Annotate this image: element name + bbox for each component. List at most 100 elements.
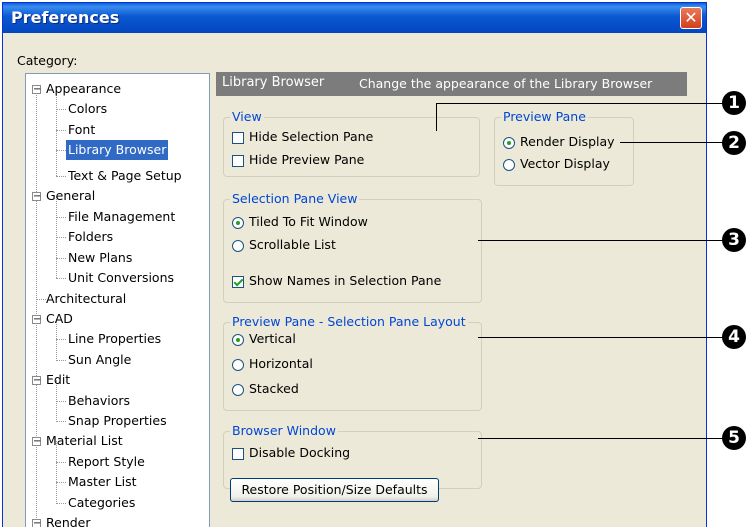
vector-display-radio[interactable]: Vector Display [503, 155, 610, 173]
panel-title: Library Browser [222, 75, 325, 90]
radio-label: Vector Display [520, 156, 610, 171]
category-tree[interactable]: − Appearance Colors Font Library Browser… [25, 73, 210, 527]
preview-pane-group: Preview Pane Render Display Vector Displ… [494, 109, 634, 186]
title-bar[interactable]: Preferences ✕ [3, 3, 706, 33]
collapse-toggle[interactable]: − [32, 192, 41, 202]
radio-label: Scrollable List [249, 237, 336, 252]
radio-label: Vertical [249, 331, 296, 346]
view-group: View Hide Selection Pane Hide Preview Pa… [223, 109, 480, 177]
callout-3: 3 [722, 228, 746, 252]
view-group-legend: View [230, 109, 264, 124]
collapse-toggle[interactable]: − [32, 85, 41, 95]
radio-button[interactable] [232, 216, 244, 229]
close-button[interactable]: ✕ [680, 7, 702, 29]
restore-defaults-button[interactable]: Restore Position/Size Defaults [230, 478, 439, 502]
tree-item-behaviors[interactable]: Behaviors [68, 391, 130, 411]
tree-item-report-style[interactable]: Report Style [68, 452, 145, 472]
tree-item-categories[interactable]: Categories [68, 493, 135, 513]
tree-item-unit-conversions[interactable]: Unit Conversions [68, 268, 174, 288]
tree-branch [56, 462, 66, 463]
browser-window-legend: Browser Window [230, 423, 338, 438]
tree-branch [56, 360, 66, 361]
disable-docking-checkbox[interactable]: Disable Docking [232, 444, 350, 462]
tree-item-colors[interactable]: Colors [68, 99, 107, 119]
checkbox-label: Hide Selection Pane [249, 129, 374, 144]
tree-connector [56, 94, 57, 176]
tree-branch [56, 150, 66, 151]
tree-item-material-list[interactable]: Material List [46, 431, 123, 451]
show-names-checkbox[interactable]: Show Names in Selection Pane [232, 272, 441, 290]
collapse-toggle[interactable]: − [32, 437, 41, 447]
tree-item-library-browser[interactable]: Library Browser [66, 140, 169, 160]
checkbox-box[interactable] [232, 275, 244, 288]
vertical-radio[interactable]: Vertical [232, 330, 296, 348]
callout-2-leader [620, 142, 724, 143]
tree-branch [56, 421, 66, 422]
tree-branch [56, 217, 66, 218]
callout-4-leader [478, 337, 724, 338]
hide-selection-pane-checkbox[interactable]: Hide Selection Pane [232, 128, 373, 146]
tree-item-cad[interactable]: CAD [46, 309, 73, 329]
selection-pane-view-legend: Selection Pane View [230, 191, 360, 206]
checkbox-box[interactable] [232, 154, 244, 167]
checkbox-label: Hide Preview Pane [249, 152, 365, 167]
radio-label: Horizontal [249, 356, 313, 371]
callout-4: 4 [722, 325, 746, 349]
radio-button[interactable] [232, 239, 244, 252]
callout-1-leader [436, 103, 437, 131]
tree-item-architectural[interactable]: Architectural [46, 289, 126, 309]
hide-preview-pane-checkbox[interactable]: Hide Preview Pane [232, 151, 364, 169]
stacked-radio[interactable]: Stacked [232, 380, 299, 398]
render-display-radio[interactable]: Render Display [503, 133, 615, 151]
tree-item-file-management[interactable]: File Management [68, 207, 175, 227]
tree-branch [56, 176, 66, 177]
radio-button[interactable] [503, 158, 515, 171]
tree-item-text-page-setup[interactable]: Text & Page Setup [68, 166, 182, 186]
selection-pane-view-group: Selection Pane View Tiled To Fit Window … [223, 191, 482, 303]
callout-3-leader [478, 240, 724, 241]
scrollable-list-radio[interactable]: Scrollable List [232, 236, 336, 254]
radio-button[interactable] [232, 333, 244, 346]
callout-5: 5 [722, 426, 746, 450]
tree-item-render[interactable]: Render [46, 513, 91, 527]
tree-branch [56, 109, 66, 110]
callout-5-leader [478, 438, 724, 439]
checkbox-label: Show Names in Selection Pane [249, 273, 442, 288]
radio-button[interactable] [503, 136, 515, 149]
tree-item-folders[interactable]: Folders [68, 227, 113, 247]
checkbox-box[interactable] [232, 131, 244, 144]
tree-branch [56, 339, 66, 340]
tree-item-general[interactable]: General [46, 186, 95, 206]
radio-label: Stacked [249, 381, 299, 396]
radio-button[interactable] [232, 358, 244, 371]
collapse-toggle[interactable]: − [32, 315, 41, 325]
tree-branch [56, 401, 66, 402]
tree-connector [36, 89, 37, 527]
tree-item-appearance[interactable]: Appearance [46, 79, 121, 99]
tree-item-font[interactable]: Font [68, 120, 95, 140]
layout-group-legend: Preview Pane - Selection Pane Layout [230, 314, 468, 329]
tree-branch [56, 278, 66, 279]
tree-branch [56, 237, 66, 238]
tree-item-line-properties[interactable]: Line Properties [68, 329, 161, 349]
callout-1: 1 [722, 91, 746, 115]
tree-branch [56, 482, 66, 483]
radio-button[interactable] [232, 383, 244, 396]
checkbox-box[interactable] [232, 447, 244, 460]
window-title: Preferences [11, 8, 120, 27]
collapse-toggle[interactable]: − [32, 376, 41, 386]
radio-label: Render Display [520, 134, 615, 149]
tree-item-snap-properties[interactable]: Snap Properties [68, 411, 167, 431]
tree-item-sun-angle[interactable]: Sun Angle [68, 350, 131, 370]
tree-item-edit[interactable]: Edit [46, 370, 70, 390]
layout-group: Preview Pane - Selection Pane Layout Ver… [223, 314, 482, 411]
tree-item-master-list[interactable]: Master List [68, 472, 137, 492]
tree-branch [56, 130, 66, 131]
tiled-to-fit-radio[interactable]: Tiled To Fit Window [232, 213, 368, 231]
callout-1-leader [436, 103, 724, 104]
tree-branch [36, 299, 46, 300]
tree-item-new-plans[interactable]: New Plans [68, 248, 132, 268]
category-label: Category: [17, 53, 78, 68]
radio-label: Tiled To Fit Window [249, 214, 368, 229]
horizontal-radio[interactable]: Horizontal [232, 355, 313, 373]
